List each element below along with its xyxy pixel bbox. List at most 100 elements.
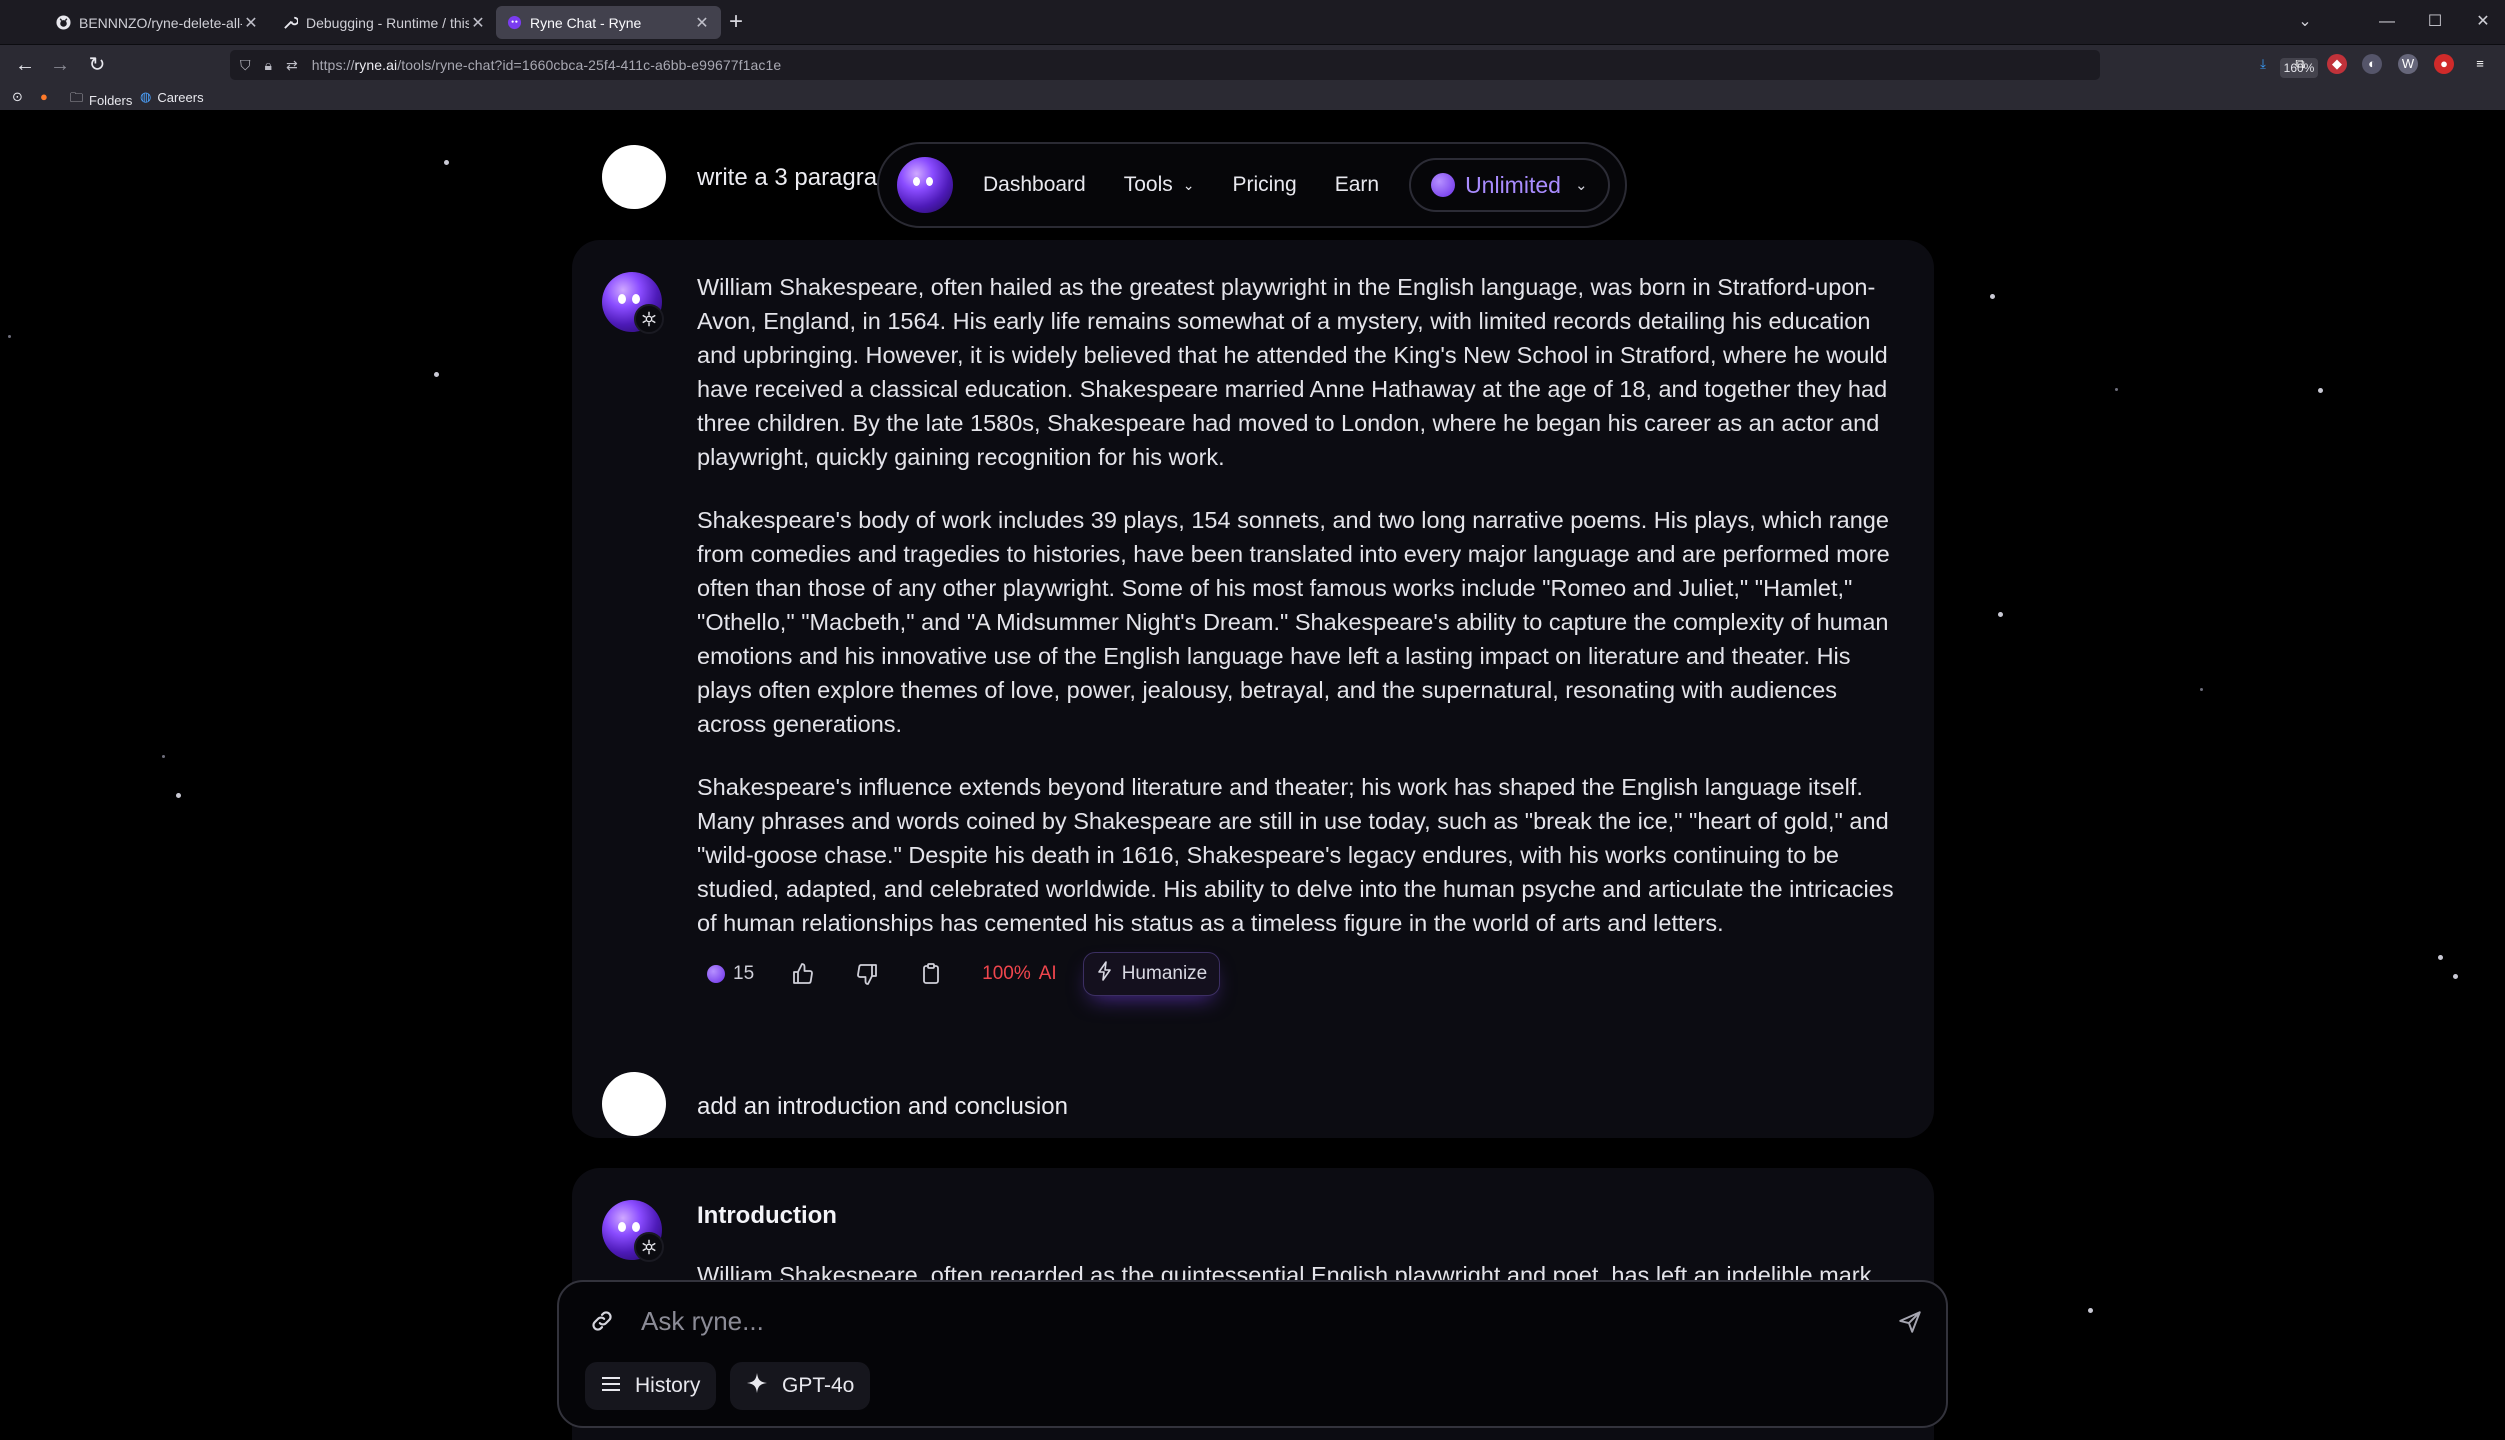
user-message: write a 3 paragra <box>697 164 878 191</box>
navigation-toolbar: ← → ↻ ⛉ 🔒︎ ⇄ https://ryne.ai/tools/ryne-… <box>0 45 2505 85</box>
github-icon <box>55 15 71 31</box>
firefox-view-icon[interactable]: ⊙ <box>12 89 23 105</box>
chevron-down-icon: ⌄ <box>1574 177 1588 194</box>
wrench-icon <box>282 15 298 31</box>
plan-orb-icon <box>1431 173 1456 197</box>
star-decoration <box>8 335 11 338</box>
star-decoration <box>2088 1308 2093 1313</box>
star-decoration <box>2453 974 2458 979</box>
forward-icon[interactable]: → <box>45 51 75 79</box>
model-selector[interactable]: GPT-4o <box>730 1362 871 1410</box>
link-icon <box>592 1311 612 1331</box>
nav-pricing-link[interactable]: Pricing <box>1233 173 1297 197</box>
address-bar[interactable]: ⛉ 🔒︎ ⇄ https://ryne.ai/tools/ryne-chat?i… <box>230 50 2347 80</box>
download-icon[interactable]: ⤓ <box>2253 54 2273 74</box>
user-message: add an introduction and conclusion <box>697 1093 1068 1120</box>
menu-icon[interactable]: ≡ <box>2470 54 2490 74</box>
thumbs-up-button[interactable] <box>778 952 828 996</box>
history-button[interactable]: History <box>585 1362 717 1410</box>
star-decoration <box>2115 388 2118 391</box>
star-decoration <box>444 160 449 165</box>
window-close-icon[interactable]: ✕ <box>2468 8 2498 36</box>
send-icon <box>1899 1311 1921 1333</box>
minimize-icon[interactable]: — <box>2372 8 2402 36</box>
extension-mask-icon[interactable]: ◐ <box>2362 54 2382 74</box>
star-decoration <box>1990 294 1995 299</box>
user-avatar <box>602 1072 666 1136</box>
browser-tab-debugging[interactable]: Debugging - Runtime / this-fire ✕ <box>272 6 497 39</box>
bot-avatar <box>602 272 666 336</box>
tab-list-chevron-icon[interactable]: ⌄ <box>2290 8 2320 36</box>
url-text: https://ryne.ai/tools/ryne-chat?id=1660c… <box>311 57 782 73</box>
ask-input[interactable] <box>641 1302 1821 1340</box>
thumbs-up-icon <box>793 963 814 984</box>
site-nav: Dashboard Tools ⌄ Pricing Earn Unlimited… <box>877 142 1627 228</box>
chevron-down-icon: ⌄ <box>1182 176 1195 193</box>
tab-title: BENNNZO/ryne-delete-all-exte <box>79 14 242 31</box>
openai-icon <box>634 1232 664 1262</box>
star-decoration <box>162 755 165 758</box>
close-icon[interactable]: ✕ <box>693 13 711 33</box>
firefox-icon[interactable]: ● <box>40 89 48 104</box>
new-tab-button[interactable]: + <box>722 8 750 36</box>
reply-paragraph: Shakespeare's body of work includes 39 p… <box>697 507 1890 737</box>
copy-button[interactable] <box>906 952 956 996</box>
close-icon[interactable]: ✕ <box>469 13 487 33</box>
reply-actions: 15 100% AI Humanize <box>697 952 1221 996</box>
reload-icon[interactable]: ↻ <box>82 51 112 79</box>
sparkle-icon <box>746 1372 768 1400</box>
nav-dashboard-link[interactable]: Dashboard <box>983 173 1086 197</box>
shield-icon[interactable]: ⛉ <box>240 57 251 74</box>
extension-w-icon[interactable]: W <box>2398 54 2418 74</box>
permissions-icon[interactable]: ⇄ <box>286 57 298 74</box>
reply-heading: Introduction <box>697 1202 837 1229</box>
star-decoration <box>2318 388 2323 393</box>
credit-icon <box>707 965 725 983</box>
star-decoration <box>2438 955 2443 960</box>
extension-red-icon[interactable]: ◆ <box>2327 54 2347 74</box>
nav-earn-link[interactable]: Earn <box>1335 173 1379 197</box>
nav-tools-dropdown[interactable]: Tools ⌄ <box>1124 173 1195 197</box>
browser-tab-ryne[interactable]: Ryne Chat - Ryne ✕ <box>496 6 721 39</box>
bookmarks-bar: ⊙ ● 🗀︎ Folders ◍ Careers <box>0 85 2505 110</box>
ryne-icon <box>506 15 522 31</box>
folder-icon: 🗀︎ <box>70 90 84 105</box>
send-button[interactable] <box>1892 1304 1928 1340</box>
ryne-logo-icon[interactable] <box>897 157 953 213</box>
maximize-icon[interactable]: ☐ <box>2420 8 2450 36</box>
ryne-chat-page: write a 3 paragra William Shakespeare, o… <box>0 110 2505 1440</box>
thumbs-down-button[interactable] <box>842 952 892 996</box>
close-icon[interactable]: ✕ <box>242 13 260 33</box>
extension-ghost-icon[interactable]: ● <box>2434 54 2454 74</box>
tab-bar: BENNNZO/ryne-delete-all-exte ✕ Debugging… <box>0 0 2505 45</box>
star-decoration <box>176 793 181 798</box>
careers-icon: ◍ <box>140 89 152 104</box>
bot-reply-text: William Shakespeare, often hailed as the… <box>697 270 1907 940</box>
back-icon[interactable]: ← <box>10 51 40 79</box>
bookmark-folders[interactable]: 🗀︎ Folders <box>70 89 132 111</box>
ai-detection-score[interactable]: 100% AI <box>970 952 1069 996</box>
user-avatar <box>602 145 666 209</box>
plan-dropdown[interactable]: Unlimited ⌄ <box>1409 158 1610 212</box>
chat-composer: History GPT-4o <box>557 1280 1948 1428</box>
menu-lines-icon <box>601 1374 621 1398</box>
humanize-button[interactable]: Humanize <box>1082 952 1221 996</box>
clipboard-icon <box>923 963 940 984</box>
star-decoration <box>1998 612 2003 617</box>
tab-title: Ryne Chat - Ryne <box>530 14 642 31</box>
lightning-icon <box>1096 961 1114 987</box>
openai-icon <box>634 304 664 334</box>
extensions-icon[interactable]: ⧉ <box>2290 54 2310 74</box>
bookmark-careers[interactable]: ◍ Careers <box>140 89 204 105</box>
star-decoration <box>434 372 439 377</box>
tab-title: Debugging - Runtime / this-fire <box>306 14 469 31</box>
bot-avatar <box>602 1200 666 1264</box>
attach-link-button[interactable] <box>587 1306 617 1336</box>
credits-badge: 15 <box>697 952 764 996</box>
reply-paragraph: Shakespeare's influence extends beyond l… <box>697 774 1894 936</box>
lock-icon[interactable]: 🔒︎ <box>265 57 272 74</box>
reply-paragraph: William Shakespeare, often hailed as the… <box>697 274 1888 470</box>
thumbs-down-icon <box>857 964 878 985</box>
star-decoration <box>2200 688 2203 691</box>
browser-tab-github[interactable]: BENNNZO/ryne-delete-all-exte ✕ <box>45 6 270 39</box>
